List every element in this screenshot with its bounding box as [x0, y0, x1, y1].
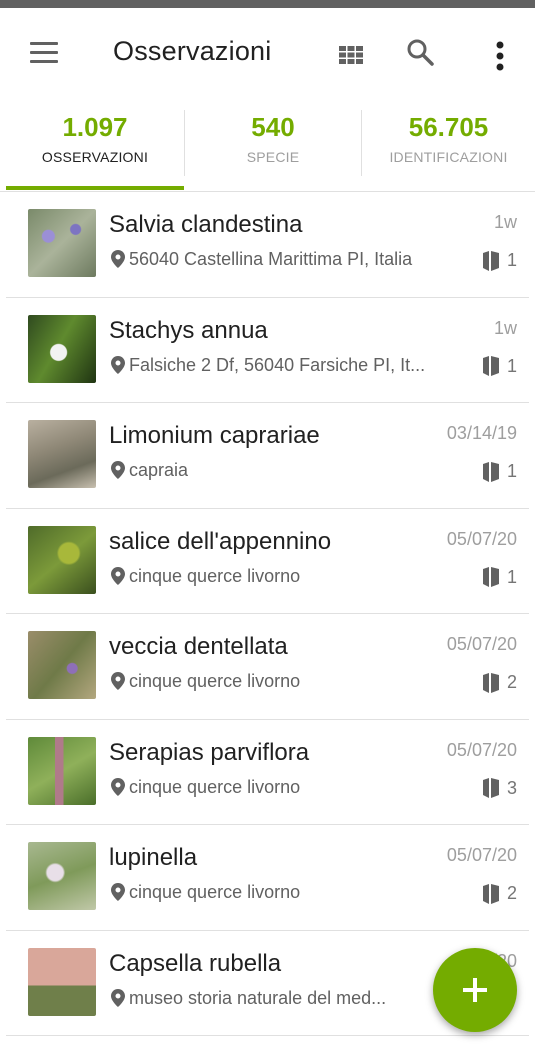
- location-pin-icon: [111, 566, 125, 585]
- identification-count: 2: [482, 672, 517, 693]
- identification-icon: [482, 883, 499, 904]
- observation-name: Stachys annua: [109, 316, 268, 344]
- list-item[interactable]: lupinella cinque querce livorno 05/07/20…: [6, 825, 529, 931]
- identification-count: 3: [482, 778, 517, 799]
- tab-label: SPECIE: [246, 149, 300, 165]
- identification-count: 2: [482, 883, 517, 904]
- location-pin-icon: [111, 883, 125, 901]
- tab-species[interactable]: 540 SPECIE: [185, 100, 361, 190]
- list-item[interactable]: Stachys annua Falsiche 2 Df, 56040 Farsi…: [6, 298, 529, 403]
- tab-identifications[interactable]: 56.705 IDENTIFICAZIONI: [362, 100, 535, 190]
- active-tab-indicator: [6, 186, 184, 190]
- list-item[interactable]: Salvia clandestina 56040 Castellina Mari…: [6, 192, 529, 298]
- list-item[interactable]: Serapias parviflora cinque querce livorn…: [6, 720, 529, 825]
- observation-place: cinque querce livorno: [111, 566, 463, 587]
- list-item[interactable]: salice dell'appennino cinque querce livo…: [6, 509, 529, 614]
- list-item[interactable]: veccia dentellata cinque querce livorno …: [6, 614, 529, 720]
- identification-icon: [482, 672, 499, 693]
- location-pin-icon: [111, 250, 125, 268]
- search-icon[interactable]: [404, 36, 440, 72]
- tab-count: 1.097: [62, 112, 128, 142]
- observation-name: Limonium caprariae: [109, 422, 320, 449]
- observation-date: 05/07/20: [446, 634, 517, 654]
- location-pin-icon: [111, 461, 125, 479]
- list-item[interactable]: Limonium caprariae capraia 03/14/19 1: [6, 403, 529, 509]
- observation-name: Salvia clandestina: [109, 211, 303, 238]
- more-vert-icon[interactable]: [488, 36, 512, 76]
- identification-icon: [482, 778, 499, 798]
- observation-date: 05/07/20: [446, 528, 517, 549]
- observation-date: 05/07/20: [446, 739, 517, 760]
- observation-photo: [28, 736, 96, 805]
- observation-date: 05/07/20: [446, 845, 517, 865]
- observation-photo: [28, 525, 96, 594]
- grid-view-icon[interactable]: [337, 40, 367, 70]
- observation-photo: [28, 420, 96, 488]
- identification-count: 1: [482, 356, 517, 377]
- observation-name: Serapias parviflora: [109, 738, 310, 766]
- add-observation-button[interactable]: [433, 948, 517, 1032]
- tab-label: OSSERVAZIONI: [41, 149, 149, 165]
- stats-tabs: 1.097 OSSERVAZIONI 540 SPECIE 56.705 IDE…: [0, 100, 535, 192]
- status-bar-edge: [0, 0, 535, 8]
- observation-place: 56040 Castellina Marittima PI, Italia: [111, 249, 463, 270]
- observation-place: cinque querce livorno: [111, 671, 463, 692]
- observation-photo: [28, 314, 96, 383]
- menu-icon[interactable]: [30, 42, 62, 66]
- identification-icon: [482, 250, 499, 271]
- plus-icon: [463, 978, 487, 1002]
- identification-icon: [482, 356, 499, 376]
- observation-place: capraia: [111, 460, 463, 481]
- observation-place: museo storia naturale del med...: [111, 988, 463, 1009]
- tab-count: 56.705: [408, 112, 489, 142]
- observation-name: lupinella: [109, 844, 198, 871]
- location-pin-icon: [111, 672, 125, 690]
- identification-count: 1: [482, 567, 517, 588]
- observation-name: veccia dentellata: [109, 633, 288, 660]
- identification-count: 1: [482, 250, 517, 271]
- observation-place: cinque querce livorno: [111, 777, 463, 798]
- location-pin-icon: [111, 777, 125, 796]
- app-bar: Osservazioni: [0, 8, 535, 100]
- observation-date: 03/14/19: [446, 423, 517, 443]
- identification-icon: [482, 461, 499, 482]
- identification-icon: [482, 567, 499, 587]
- observation-name: salice dell'appennino: [109, 527, 332, 555]
- observation-photo: [28, 947, 96, 1016]
- observation-date: 1w: [493, 212, 517, 232]
- tab-label: IDENTIFICAZIONI: [389, 149, 508, 165]
- identification-count: 1: [482, 461, 517, 482]
- page-title: Osservazioni: [113, 36, 272, 66]
- observation-list: Salvia clandestina 56040 Castellina Mari…: [0, 192, 535, 1036]
- observation-photo: [28, 631, 96, 699]
- tab-count: 540: [251, 112, 295, 142]
- observation-photo: [28, 209, 96, 277]
- location-pin-icon: [111, 988, 125, 1007]
- location-pin-icon: [111, 355, 125, 374]
- tab-observations[interactable]: 1.097 OSSERVAZIONI: [6, 100, 184, 190]
- observation-name: Capsella rubella: [109, 949, 282, 977]
- observation-date: 1w: [493, 317, 517, 338]
- observation-photo: [28, 842, 96, 910]
- observation-place: cinque querce livorno: [111, 882, 463, 903]
- observation-place: Falsiche 2 Df, 56040 Farsiche PI, It...: [111, 355, 463, 376]
